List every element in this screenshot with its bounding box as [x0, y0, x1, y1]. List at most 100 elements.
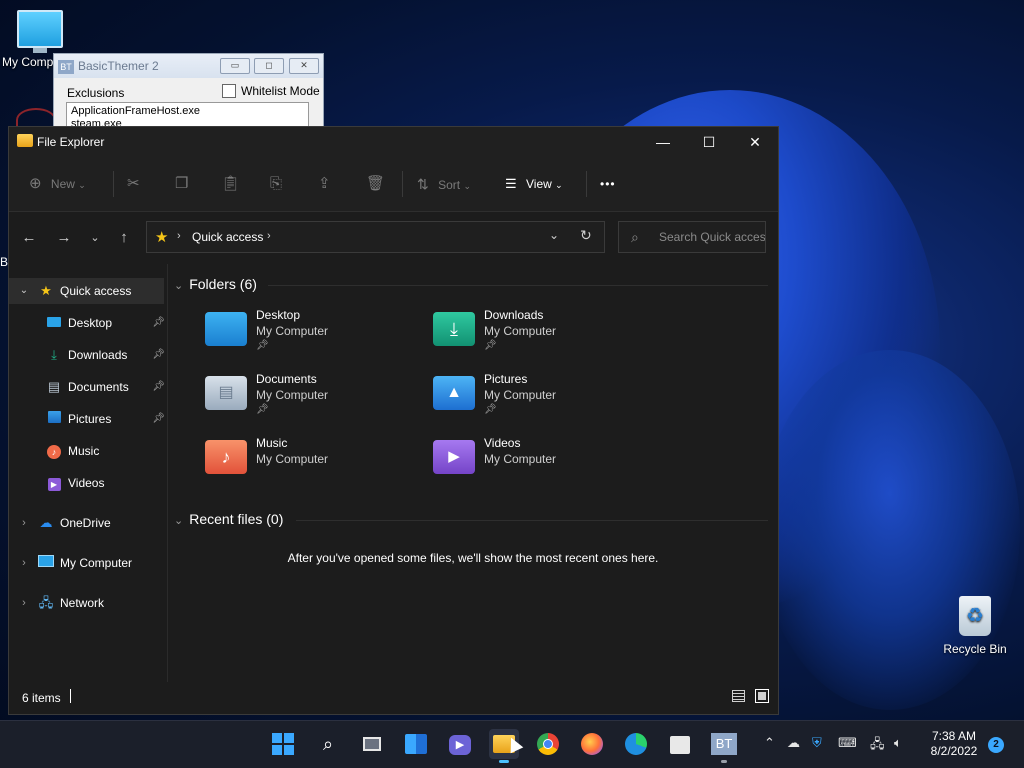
folder-tile-downloads[interactable]: ⤓ Downloads My Computer 📌︎: [433, 308, 653, 364]
edge-button[interactable]: [621, 729, 651, 759]
document-icon: ▤: [47, 379, 61, 394]
sidebar-item-music[interactable]: ♪ Music: [9, 438, 167, 464]
search-button[interactable]: ⌕: [313, 729, 343, 759]
chevron-down-icon: ⌄: [174, 280, 184, 292]
pin-icon: 📌︎: [256, 340, 269, 351]
folder-tile-music[interactable]: ♪ Music My Computer: [205, 436, 425, 492]
maximize-button[interactable]: ◻: [254, 58, 284, 74]
address-bar[interactable]: ★ › Quick access › ⌄ ↻: [146, 221, 605, 253]
paste-button[interactable]: 📋︎: [221, 157, 240, 211]
pin-icon[interactable]: 📌︎: [152, 342, 165, 368]
whitelist-checkbox[interactable]: [222, 84, 236, 98]
arrow-right-icon: →: [56, 229, 72, 246]
onedrive-tray-button[interactable]: ☁: [787, 735, 800, 751]
download-icon: ⤓: [51, 347, 57, 362]
chevron-right-icon[interactable]: ›: [16, 595, 32, 611]
recent-files-empty-message: After you've opened some files, we'll sh…: [287, 551, 659, 565]
wallpaper-bloom-lower: [760, 350, 1020, 710]
back-button[interactable]: ←: [17, 226, 41, 250]
network-tray-button[interactable]: 🖧︎: [870, 735, 885, 757]
volume-tray-button[interactable]: 🔈︎: [894, 735, 902, 751]
store-button[interactable]: [665, 729, 695, 759]
chevron-down-icon[interactable]: ⌄: [16, 283, 32, 299]
chevron-right-icon[interactable]: ›: [16, 515, 32, 531]
chrome-button[interactable]: [533, 729, 563, 759]
chat-button[interactable]: ▶: [445, 729, 475, 759]
minimize-button[interactable]: ▭: [220, 58, 250, 74]
rename-button[interactable]: ⎘: [270, 157, 282, 211]
explorer-titlebar[interactable]: File Explorer — ☐ ✕: [9, 127, 778, 157]
close-button[interactable]: ✕: [732, 127, 778, 157]
chevron-right-icon[interactable]: ›: [16, 555, 32, 571]
share-button[interactable]: ⇪: [318, 157, 331, 211]
basic-themer-window[interactable]: BT BasicThemer 2 ▭ ◻ ✕ Exclusions Whitel…: [53, 53, 324, 135]
sidebar-item-label: Videos: [68, 476, 105, 490]
refresh-button[interactable]: ↻: [580, 227, 592, 244]
delete-button[interactable]: 🗑︎: [366, 157, 385, 211]
sort-button[interactable]: ⇅ Sort ⌄: [417, 157, 471, 211]
clock[interactable]: 7:38 AM 8/2/2022: [918, 729, 990, 759]
sidebar-item-onedrive[interactable]: › ☁ OneDrive: [9, 510, 167, 536]
sidebar-item-network[interactable]: › 🖧︎ Network: [9, 590, 167, 616]
basic-themer-taskbar-button[interactable]: BT: [709, 729, 739, 763]
sidebar-item-desktop[interactable]: Desktop 📌︎: [9, 310, 167, 336]
folder-tile-documents[interactable]: ▤ Documents My Computer 📌︎: [205, 372, 425, 428]
minimize-button[interactable]: —: [640, 127, 686, 157]
folders-section-header[interactable]: ⌄ Folders (6): [174, 276, 257, 292]
firefox-button[interactable]: [577, 729, 607, 759]
recent-locations-button[interactable]: ⌄: [83, 226, 107, 250]
forward-button[interactable]: →: [52, 226, 76, 250]
sidebar-item-downloads[interactable]: ⤓ Downloads 📌︎: [9, 342, 167, 368]
task-view-button[interactable]: [357, 729, 387, 759]
sidebar-item-my-computer[interactable]: › My Computer: [9, 550, 167, 576]
start-button[interactable]: [268, 729, 298, 759]
refresh-icon: ↻: [580, 227, 592, 243]
divider: [296, 520, 768, 521]
copy-button[interactable]: ❐: [175, 157, 188, 211]
notification-badge[interactable]: 2: [988, 737, 1004, 753]
sidebar-item-videos[interactable]: ▶ Videos: [9, 470, 167, 496]
chevron-right-icon: ›: [177, 230, 181, 242]
folder-name: Downloads: [484, 308, 544, 322]
chat-icon: ▶: [449, 735, 471, 755]
basic-themer-titlebar[interactable]: BT BasicThemer 2 ▭ ◻ ✕: [54, 54, 323, 78]
folder-tile-videos[interactable]: ▶ Videos My Computer: [433, 436, 653, 492]
exclusions-label: Exclusions: [67, 86, 125, 100]
security-tray-button[interactable]: ⛨: [812, 735, 822, 751]
pin-icon[interactable]: 📌︎: [152, 310, 165, 336]
new-button[interactable]: ⊕ New ⌄: [29, 157, 86, 211]
basic-themer-app-icon: BT: [711, 733, 737, 755]
show-hidden-icons-button[interactable]: ⌃: [764, 735, 775, 751]
monitor-icon: [17, 10, 63, 48]
address-dropdown-button[interactable]: ⌄: [549, 228, 559, 242]
sidebar-item-pictures[interactable]: Pictures 📌︎: [9, 406, 167, 432]
keyboard-tray-button[interactable]: ⌨: [838, 735, 857, 751]
sidebar-item-quick-access[interactable]: ⌄ ★ Quick access: [9, 278, 164, 304]
up-button[interactable]: ↑: [112, 226, 136, 250]
close-button[interactable]: ✕: [289, 58, 319, 74]
folder-location: My Computer: [484, 452, 557, 466]
more-options-button[interactable]: •••: [600, 157, 616, 211]
folder-tile-desktop[interactable]: Desktop My Computer 📌︎: [205, 308, 425, 364]
view-button[interactable]: ☰ View ⌄: [505, 157, 563, 211]
recent-files-section-header[interactable]: ⌄ Recent files (0): [174, 511, 283, 527]
details-view-button[interactable]: [732, 690, 745, 702]
desktop-icon-recycle-bin[interactable]: ♻ Recycle Bin: [935, 596, 1015, 656]
large-icons-view-button[interactable]: [755, 689, 769, 703]
breadcrumb-quick-access[interactable]: Quick access: [192, 230, 263, 244]
item-count: 6 items: [22, 691, 61, 705]
folder-tile-pictures[interactable]: ▲ Pictures My Computer 📌︎: [433, 372, 653, 428]
list-item[interactable]: ApplicationFrameHost.exe: [71, 105, 304, 118]
cut-button[interactable]: ✂: [127, 157, 140, 211]
file-explorer-window[interactable]: File Explorer — ☐ ✕ ⊕ New ⌄ ✂ ❐ 📋︎ ⎘ ⇪ 🗑…: [8, 126, 779, 715]
pin-icon[interactable]: 📌︎: [152, 374, 165, 400]
view-list-icon: ☰: [505, 176, 517, 191]
speaker-icon: 🔈︎: [894, 735, 902, 750]
network-icon: 🖧︎: [870, 736, 885, 751]
sidebar-item-documents[interactable]: ▤ Documents 📌︎: [9, 374, 167, 400]
widgets-button[interactable]: [401, 729, 431, 759]
maximize-button[interactable]: ☐: [686, 127, 732, 157]
chevron-right-icon[interactable]: ›: [267, 230, 271, 242]
pin-icon[interactable]: 📌︎: [152, 406, 165, 432]
search-input[interactable]: ⌕ Search Quick access: [618, 221, 766, 253]
